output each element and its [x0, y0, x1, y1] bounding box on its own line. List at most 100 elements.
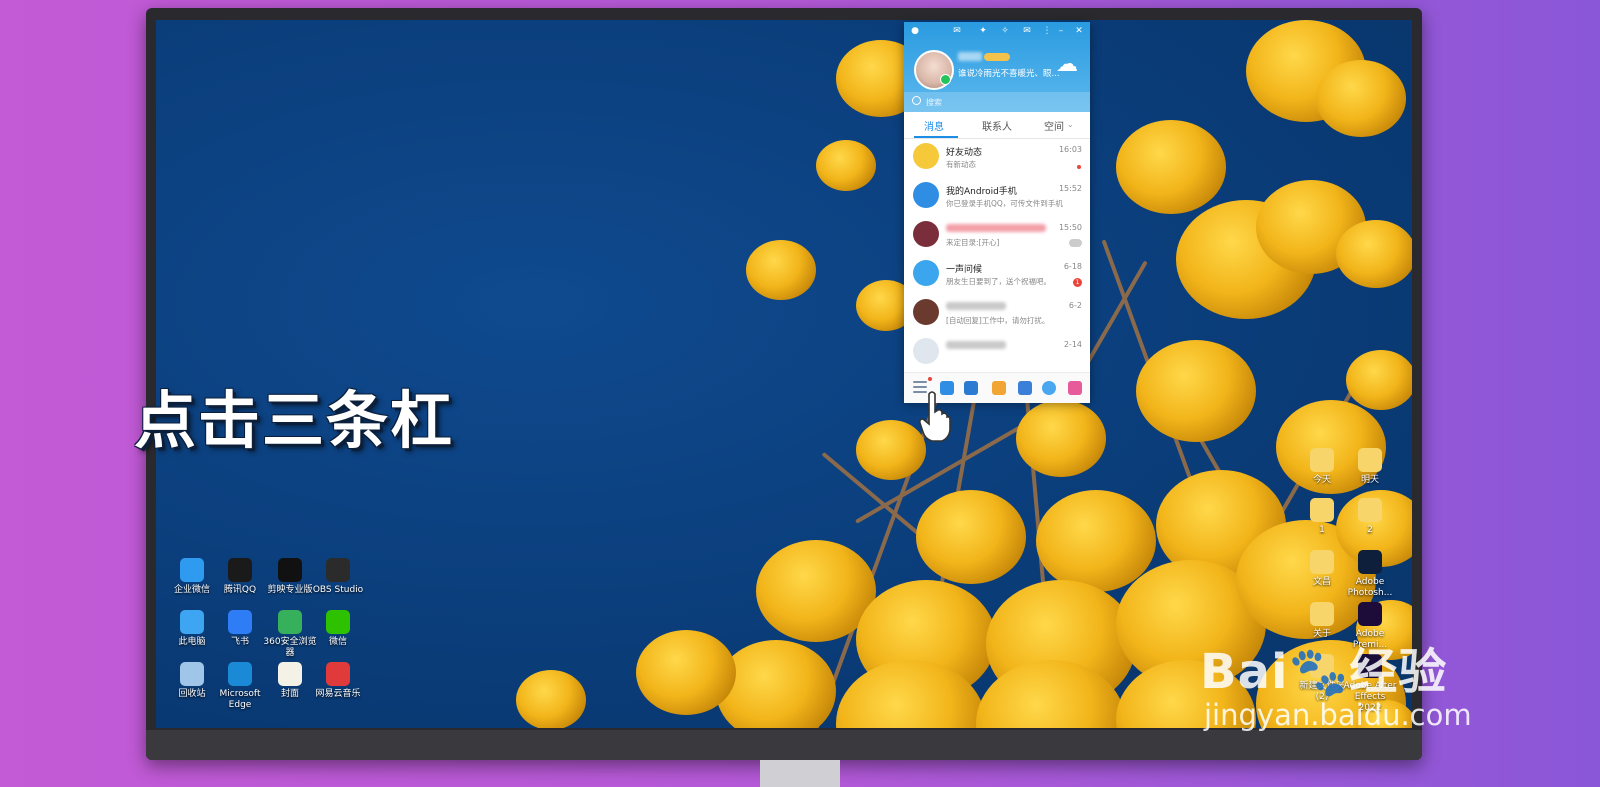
- chat-avatar: [913, 143, 939, 169]
- chat-preview: 有新动态: [946, 160, 976, 169]
- app-icon: [1310, 602, 1334, 626]
- game-icon[interactable]: ✦: [978, 26, 988, 36]
- desktop-icon[interactable]: 微信: [310, 610, 366, 648]
- chat-row[interactable]: 来定目录:[开心] 15:50: [904, 216, 1090, 255]
- search-bar[interactable]: 搜索: [904, 92, 1090, 112]
- app-icon: [278, 662, 302, 686]
- flower-cluster: [636, 630, 736, 715]
- flower-cluster: [746, 240, 816, 300]
- minimize-icon[interactable]: –: [1056, 26, 1066, 36]
- gift-icon[interactable]: [992, 381, 1006, 395]
- nickname-blurred: [958, 52, 982, 61]
- chat-time: 15:52: [1058, 184, 1082, 193]
- chat-name-blurred: [946, 224, 1046, 232]
- chat-row[interactable]: 2-14: [904, 333, 1090, 372]
- vip-badge: [984, 53, 1010, 61]
- watermark-url: jingyan.baidu.com: [1204, 698, 1472, 732]
- app-icon: [180, 662, 204, 686]
- watermark-brand-cn: 经验: [1349, 644, 1448, 700]
- search-placeholder: 搜索: [926, 98, 942, 107]
- game-center-icon[interactable]: [1018, 381, 1032, 395]
- signature-text[interactable]: 谁说冷雨光不喜暖光、眼...: [958, 67, 1060, 79]
- app-icon: [1358, 448, 1382, 472]
- desktop-icon[interactable]: 腾讯QQ: [212, 558, 268, 596]
- chat-name-blurred: [946, 302, 1006, 310]
- chat-preview: 来定目录:[开心]: [946, 238, 1000, 247]
- flower-cluster: [856, 420, 926, 480]
- monitor-chin: [146, 730, 1422, 760]
- desktop-icon-label: 腾讯QQ: [223, 585, 257, 595]
- chat-preview: [自动回复]工作中，请勿打扰。: [946, 316, 1050, 325]
- chat-name: 一声问候: [946, 265, 983, 275]
- desktop-icon[interactable]: 飞书: [212, 610, 268, 648]
- chat-name: 好友动态: [946, 148, 983, 158]
- chat-row[interactable]: 好友动态 有新动态 16:03: [904, 138, 1090, 177]
- qq-logo-icon: ●: [911, 26, 919, 36]
- mail-icon[interactable]: ✉: [952, 26, 962, 36]
- unread-badge: 1: [1073, 278, 1082, 287]
- chevron-down-icon[interactable]: ⌄: [1067, 120, 1074, 129]
- app-icon: [228, 662, 252, 686]
- desktop-icon[interactable]: 明天: [1342, 448, 1398, 486]
- desktop-icon-label: Adobe Photosh...: [1347, 577, 1393, 598]
- chat-avatar: [913, 182, 939, 208]
- weather-icon[interactable]: ☁: [1056, 54, 1084, 76]
- tab-space[interactable]: 空间: [1044, 118, 1064, 133]
- chat-avatar: [913, 221, 939, 247]
- weiyun-icon[interactable]: [1042, 381, 1056, 395]
- chat-avatar: [913, 299, 939, 325]
- tab-contacts[interactable]: 联系人: [982, 118, 1012, 133]
- app-icon: [1358, 498, 1382, 522]
- app-icon: [278, 610, 302, 634]
- app-icon: [1358, 602, 1382, 626]
- flower-cluster: [816, 140, 876, 191]
- desktop-icon-label: 微信: [328, 637, 347, 647]
- app-icon: [326, 558, 350, 582]
- skin-icon[interactable]: ✉: [1022, 26, 1032, 36]
- chat-list: 好友动态 有新动态 16:03 我的Android手机 你已登录手机QQ，可传文件到手机…: [904, 138, 1090, 368]
- desktop-icon-label: Microsoft Edge: [219, 689, 261, 710]
- app-icon: [180, 610, 204, 634]
- app-icon: [228, 558, 252, 582]
- flower-cluster: [1116, 120, 1226, 214]
- desktop-icon[interactable]: 网易云音乐: [310, 662, 366, 700]
- qq-titlebar: ● ✉ ✦ ✧ ✉ ⋮ – ✕: [904, 22, 1090, 42]
- shopping-icon[interactable]: ✧: [1000, 26, 1010, 36]
- desktop-icon-label: 飞书: [230, 637, 249, 647]
- pointer-hand-icon: [919, 391, 951, 442]
- app-icon: [1310, 498, 1334, 522]
- more-icon[interactable]: ⋮: [1042, 26, 1052, 36]
- flower-cluster: [1036, 490, 1156, 592]
- chat-name-blurred: [946, 341, 1006, 349]
- close-icon[interactable]: ✕: [1074, 26, 1084, 36]
- chat-time: 2-14: [1063, 340, 1082, 349]
- paw-icon: 🐾: [1288, 644, 1350, 700]
- desktop-icon[interactable]: Microsoft Edge: [212, 662, 268, 711]
- flower-cluster: [1016, 400, 1106, 477]
- desktop-icon[interactable]: 2: [1342, 498, 1398, 536]
- app-icon: [326, 662, 350, 686]
- desktop-icon[interactable]: OBS Studio: [310, 558, 366, 596]
- online-status-icon[interactable]: [940, 74, 951, 85]
- flower-cluster: [1336, 220, 1412, 288]
- desktop-icon[interactable]: Adobe Photosh...: [1342, 550, 1398, 599]
- chat-time: 15:50: [1058, 223, 1082, 232]
- watermark-brand: Bai: [1200, 644, 1289, 700]
- app-manager-icon[interactable]: [1068, 381, 1082, 395]
- chat-row[interactable]: 一声问候 朋友生日要到了，送个祝福吧。 6-18 1: [904, 255, 1090, 294]
- desktop-icon-label: 2: [1367, 525, 1373, 535]
- file-transfer-icon[interactable]: [964, 381, 978, 395]
- chat-time: 6-18: [1063, 262, 1082, 271]
- chat-avatar: [913, 338, 939, 364]
- app-icon: [326, 610, 350, 634]
- chat-name: 我的Android手机: [946, 187, 1017, 197]
- tab-messages[interactable]: 消息: [924, 118, 944, 133]
- desktop-icon-label: 明天: [1360, 475, 1379, 485]
- qq-header: ● ✉ ✦ ✧ ✉ ⋮ – ✕ 谁说冷雨光不喜暖光、眼... ☁ 搜索: [904, 22, 1090, 112]
- app-icon: [180, 558, 204, 582]
- qq-main-window[interactable]: ● ✉ ✦ ✧ ✉ ⋮ – ✕ 谁说冷雨光不喜暖光、眼... ☁ 搜索 消息 联…: [904, 22, 1090, 403]
- mute-icon: [1069, 239, 1082, 247]
- chat-row[interactable]: 我的Android手机 你已登录手机QQ，可传文件到手机 15:52: [904, 177, 1090, 216]
- app-icon: [1310, 448, 1334, 472]
- chat-row[interactable]: [自动回复]工作中，请勿打扰。 6-2: [904, 294, 1090, 333]
